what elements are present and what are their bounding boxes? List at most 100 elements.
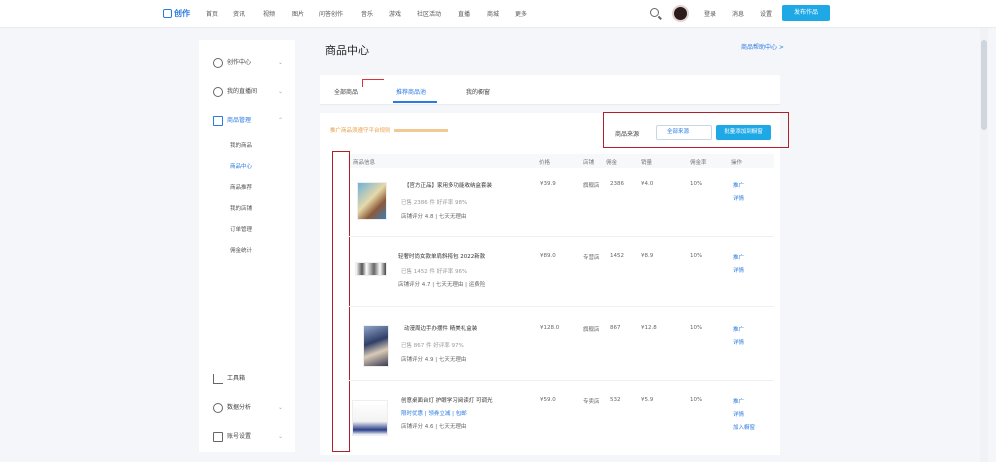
sidebar-item-live[interactable]: 我的直播间 xyxy=(213,86,257,97)
header-price: 价格 xyxy=(539,160,551,166)
product-sales: 1452 xyxy=(610,253,624,259)
avatar[interactable] xyxy=(672,5,689,22)
sidebar-item-creation[interactable]: 创作中心 xyxy=(213,57,251,68)
nav-item-qa[interactable]: 问答创作 xyxy=(319,9,343,18)
promote-link[interactable]: 推广 xyxy=(733,253,744,261)
chevron-down-icon[interactable]: ⌄ xyxy=(278,59,283,66)
product-price: ¥89.0 xyxy=(540,253,556,259)
header-actions: 操作 xyxy=(731,160,743,166)
sidebar-item-tools[interactable]: 工具箱 xyxy=(213,373,245,384)
product-thumbnail[interactable] xyxy=(357,182,387,220)
chevron-down-icon[interactable]: ⌄ xyxy=(278,88,283,95)
product-meta: 店铺评分 4.9 | 七天无理由 xyxy=(401,357,467,363)
tab-all-goods[interactable]: 全部商品 xyxy=(334,87,358,96)
detail-link[interactable]: 详情 xyxy=(733,194,744,202)
cloud-icon xyxy=(213,86,223,97)
product-sub: 已售 2386 件 好评率 98% xyxy=(401,200,468,206)
header-goods-info: 商品信息 xyxy=(353,160,376,166)
sidebar-subitem-recommend[interactable]: 商品推荐 xyxy=(230,183,252,191)
help-link[interactable]: 商品帮助中心 > xyxy=(741,42,784,51)
page-title: 商品中心 xyxy=(325,44,369,57)
product-thumbnail[interactable] xyxy=(355,262,387,276)
product-shop: 旗舰店 xyxy=(583,183,600,189)
logo-icon xyxy=(163,9,172,18)
nav-item-community[interactable]: 社区活动 xyxy=(417,9,441,18)
batch-add-button[interactable]: 批量添加到橱窗 xyxy=(716,125,771,140)
source-filter-select[interactable]: 全部来源 xyxy=(656,125,712,140)
detail-link[interactable]: 详情 xyxy=(733,410,744,418)
chart-icon xyxy=(213,402,223,413)
sidebar-subitem-goods-center[interactable]: 商品中心 xyxy=(230,162,252,170)
product-price: ¥128.0 xyxy=(540,325,560,331)
nav-item-video[interactable]: 视频 xyxy=(263,9,275,18)
detail-link[interactable]: 详情 xyxy=(733,266,744,274)
chevron-down-icon[interactable]: ⌄ xyxy=(278,404,283,411)
product-thumbnail[interactable] xyxy=(352,400,388,436)
product-title[interactable]: 创意桌面台灯 护眼学习阅读灯 可调光 xyxy=(401,396,534,404)
document-icon xyxy=(213,431,223,442)
product-commission: ¥5.9 xyxy=(641,397,654,403)
product-shop: 旗舰店 xyxy=(583,327,600,333)
chevron-up-icon[interactable]: ⌃ xyxy=(278,117,283,124)
settings-link[interactable]: 设置 xyxy=(760,9,772,18)
sidebar-subitem-commission[interactable]: 佣金统计 xyxy=(230,246,252,254)
tab-my-window[interactable]: 我的橱窗 xyxy=(466,87,490,96)
product-meta: 店铺评分 4.8 | 七天无理由 xyxy=(401,214,467,220)
product-sales: 2386 xyxy=(610,181,624,187)
product-commission: ¥8.9 xyxy=(641,253,654,259)
sidebar-item-goods[interactable]: 商品管理 xyxy=(213,115,251,126)
nav-item-images[interactable]: 图片 xyxy=(292,9,304,18)
product-commission: ¥12.8 xyxy=(641,325,657,331)
nav-item-more[interactable]: 更多 xyxy=(515,9,527,18)
product-meta: 店铺评分 4.7 | 七天无理由 | 运费险 xyxy=(398,282,486,288)
sidebar-subitem-orders[interactable]: 订单管理 xyxy=(230,225,252,233)
tab-recommend-pool[interactable]: 推荐商品池 xyxy=(396,87,426,96)
source-filter-label: 商品来源 xyxy=(615,131,640,138)
row-divider xyxy=(348,236,774,237)
product-rate: 10% xyxy=(690,397,703,403)
row-divider xyxy=(348,380,774,381)
sidebar-item-data[interactable]: 数据分析 xyxy=(213,402,251,413)
table-header xyxy=(348,154,774,168)
messages-link[interactable]: 消息 xyxy=(732,9,744,18)
login-link[interactable]: 登录 xyxy=(704,9,716,18)
header-commission: 佣金 xyxy=(606,160,618,166)
promote-link[interactable]: 推广 xyxy=(733,325,744,333)
nav-item-games[interactable]: 游戏 xyxy=(389,9,401,18)
nav-item-home[interactable]: 首页 xyxy=(206,9,218,18)
nav-item-live[interactable]: 直播 xyxy=(458,9,470,18)
highlight-box-checkbox-column xyxy=(332,151,350,452)
product-commission: ¥4.0 xyxy=(641,181,654,187)
product-rate: 10% xyxy=(690,253,703,259)
sidebar-subitem-my-goods[interactable]: 我的商品 xyxy=(230,141,252,149)
product-title[interactable]: 轻奢时尚女款单肩斜挎包 2022新款 xyxy=(398,252,534,260)
product-thumbnail[interactable] xyxy=(363,325,389,367)
chevron-down-icon[interactable]: ⌄ xyxy=(278,433,283,440)
product-rate: 10% xyxy=(690,181,703,187)
sidebar-subitem-store[interactable]: 我的店铺 xyxy=(230,204,252,212)
product-price: ¥59.0 xyxy=(540,397,556,403)
nav-item-mall[interactable]: 商城 xyxy=(487,9,499,18)
promote-link[interactable]: 推广 xyxy=(733,397,744,405)
add-to-window-link[interactable]: 加入橱窗 xyxy=(733,423,755,431)
site-logo[interactable]: 创作 xyxy=(163,8,190,19)
sidebar-item-account[interactable]: 账号设置 xyxy=(213,431,251,442)
product-shop: 专营店 xyxy=(583,255,600,261)
nav-item-music[interactable]: 音乐 xyxy=(361,9,373,18)
product-sales: 532 xyxy=(610,397,621,403)
scrollbar-thumb[interactable] xyxy=(981,40,987,130)
product-meta: 店铺评分 4.6 | 七天无理由 xyxy=(401,424,467,430)
tab-bar xyxy=(320,75,780,105)
product-shop: 专卖店 xyxy=(583,399,600,405)
product-title[interactable]: 【官方正品】家用多功能收纳盒套装 xyxy=(404,181,534,189)
detail-link[interactable]: 详情 xyxy=(733,338,744,346)
promote-link[interactable]: 推广 xyxy=(733,181,744,189)
product-title[interactable]: 动漫周边手办摆件 精美礼盒装 xyxy=(404,324,534,332)
annotation-marker xyxy=(362,79,384,87)
nav-item-news[interactable]: 资讯 xyxy=(233,9,245,18)
publish-button[interactable]: 发布作品 xyxy=(782,5,830,21)
header-shop: 店铺 xyxy=(583,160,595,166)
search-icon[interactable] xyxy=(650,8,659,17)
row-divider xyxy=(348,306,774,307)
product-price: ¥39.9 xyxy=(540,181,556,187)
